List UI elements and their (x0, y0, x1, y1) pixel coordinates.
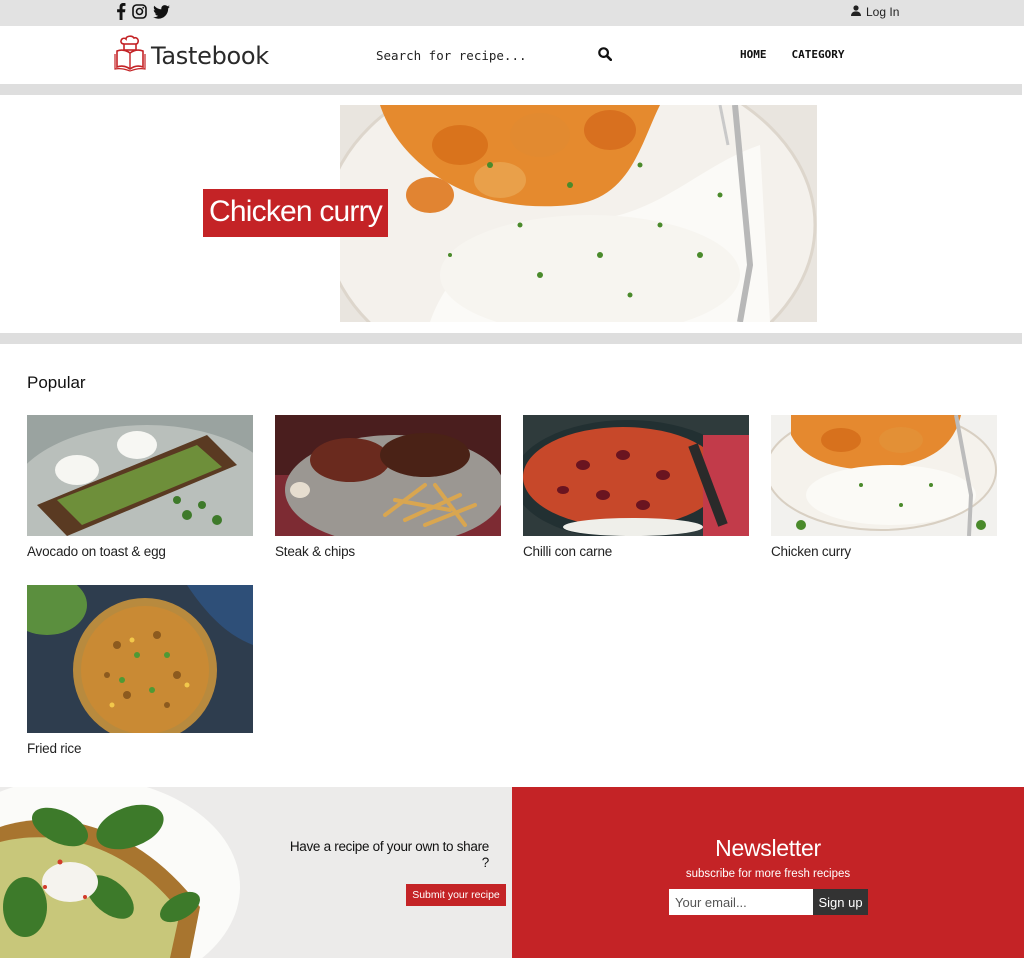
recipe-image[interactable] (275, 415, 501, 536)
logo[interactable]: Tastebook (114, 34, 269, 77)
newsletter-email-input[interactable] (669, 889, 814, 915)
social-links (116, 3, 170, 20)
twitter-icon[interactable] (153, 4, 170, 19)
newsletter-title: Newsletter (715, 835, 821, 861)
search-input[interactable] (376, 47, 591, 63)
newsletter-subtitle: subscribe for more fresh recipes (685, 868, 851, 880)
main-nav: HOME CATEGORY (740, 48, 844, 61)
recipe-name[interactable]: Steak & chips (275, 544, 501, 559)
avocado-toast-background (0, 787, 512, 958)
recipe-image[interactable] (27, 585, 253, 733)
nav-category[interactable]: CATEGORY (792, 48, 845, 61)
search-bar (376, 44, 616, 66)
submit-recipe-button[interactable]: Submit your recipe (406, 884, 506, 906)
search-icon[interactable] (598, 47, 613, 66)
recipe-card[interactable]: Avocado on toast & egg (27, 415, 253, 559)
hero-title[interactable]: Chicken curry (203, 189, 388, 237)
login-link[interactable]: Log In (851, 5, 899, 19)
share-prompt: Have a recipe of your own to share ? (289, 839, 489, 870)
recipe-image[interactable] (27, 415, 253, 536)
popular-heading: Popular (27, 373, 86, 392)
recipe-name[interactable]: Avocado on toast & egg (27, 544, 253, 559)
user-icon (851, 5, 861, 19)
chef-book-icon (114, 34, 146, 77)
recipe-card[interactable]: Steak & chips (275, 415, 501, 559)
recipe-card[interactable]: Fried rice (27, 585, 253, 756)
site-header: Tastebook HOME CATEGORY (0, 26, 1024, 84)
submit-recipe-panel: Have a recipe of your own to share ? Sub… (0, 787, 512, 958)
facebook-icon[interactable] (116, 3, 126, 20)
hero-image[interactable] (340, 105, 817, 322)
top-bar: Log In (0, 0, 1024, 26)
login-label: Log In (866, 5, 900, 19)
recipe-image[interactable] (523, 415, 749, 536)
recipe-name[interactable]: Fried rice (27, 741, 253, 756)
recipe-name[interactable]: Chilli con carne (523, 544, 749, 559)
instagram-icon[interactable] (132, 4, 147, 19)
logo-text: Tastebook (151, 41, 269, 70)
divider-band (0, 333, 1022, 344)
recipe-name[interactable]: Chicken curry (771, 544, 997, 559)
nav-home[interactable]: HOME (740, 48, 767, 61)
recipe-card[interactable]: Chicken curry (771, 415, 997, 559)
recipe-card[interactable]: Chilli con carne (523, 415, 749, 559)
recipe-image[interactable] (771, 415, 997, 536)
newsletter-panel: Newsletter subscribe for more fresh reci… (512, 787, 1024, 958)
sign-up-button[interactable]: Sign up (813, 889, 868, 915)
divider-band (0, 84, 1022, 95)
